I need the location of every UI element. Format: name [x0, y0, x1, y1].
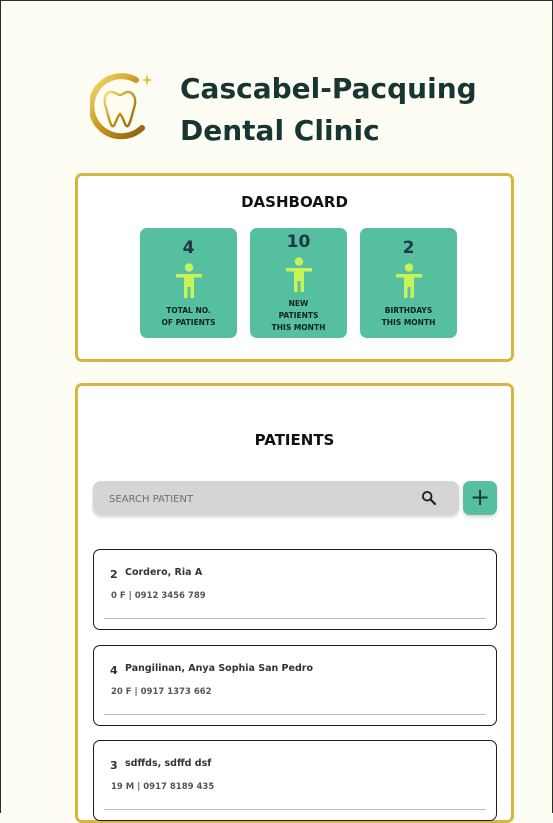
dashboard-title: DASHBOARD: [241, 193, 348, 211]
patient-name: Pangilinan, Anya Sophia San Pedro: [125, 663, 313, 674]
clinic-name-line2: Dental Clinic: [180, 114, 380, 147]
stat-label-line: OF PATIENTS: [161, 318, 216, 327]
stat-label-line: BIRTHDAYS: [384, 306, 433, 315]
stat-label-line: PATIENTS: [278, 311, 319, 320]
clinic-name: Cascabel-Pacquing Dental Clinic: [180, 68, 477, 152]
stat-value: 4: [182, 238, 195, 258]
stat-label-line: THIS MONTH: [271, 323, 326, 332]
tooth-logo-icon: [90, 73, 153, 140]
patient-info: 20 F | 0917 1373 662: [111, 687, 212, 697]
patient-info: 0 F | 0912 3456 789: [111, 591, 206, 601]
divider: [104, 618, 486, 619]
patient-id: 4: [110, 664, 118, 677]
dashboard-card: DASHBOARD 4 TOTAL NO. OF PATIENTS 10 NEW…: [75, 173, 514, 362]
search-bar: [93, 481, 459, 517]
patient-name: Cordero, Ria A: [125, 567, 203, 578]
person-icon: [286, 257, 312, 292]
clinic-name-line1: Cascabel-Pacquing: [180, 72, 477, 105]
stat-label: NEW PATIENTS THIS MONTH: [254, 298, 343, 334]
stat-label-line: NEW: [288, 299, 309, 308]
patient-name: sdffds, sdffd dsf: [125, 758, 212, 769]
stat-value: 10: [286, 232, 311, 252]
stat-label-line: TOTAL NO.: [166, 306, 211, 315]
patient-card[interactable]: 2 Cordero, Ria A 0 F | 0912 3456 789: [93, 549, 497, 630]
person-icon: [176, 263, 202, 298]
patient-id: 3: [110, 759, 118, 772]
add-patient-button[interactable]: +: [463, 481, 497, 515]
patient-id: 2: [110, 568, 118, 581]
patient-card[interactable]: 4 Pangilinan, Anya Sophia San Pedro 20 F…: [93, 645, 497, 726]
divider: [104, 714, 486, 715]
stat-value: 2: [402, 238, 415, 258]
patient-card[interactable]: 3 sdffds, sdffd dsf 19 M | 0917 8189 435: [93, 740, 497, 821]
patients-card: PATIENTS + 2 Cordero, Ria A 0 F | 0912 3…: [75, 383, 514, 823]
patients-title: PATIENTS: [254, 431, 335, 449]
divider: [104, 809, 486, 810]
stat-label: BIRTHDAYS THIS MONTH: [364, 305, 453, 329]
search-input[interactable]: [107, 481, 401, 517]
clinic-header: Cascabel-Pacquing Dental Clinic: [90, 68, 530, 148]
search-icon[interactable]: [421, 490, 437, 506]
stat-birthdays[interactable]: 2 BIRTHDAYS THIS MONTH: [360, 228, 457, 338]
stat-new-patients[interactable]: 10 NEW PATIENTS THIS MONTH: [250, 228, 347, 338]
stat-label-line: THIS MONTH: [381, 318, 436, 327]
stat-total-patients[interactable]: 4 TOTAL NO. OF PATIENTS: [140, 228, 237, 338]
person-icon: [396, 263, 422, 298]
stat-label: TOTAL NO. OF PATIENTS: [144, 305, 233, 329]
patient-info: 19 M | 0917 8189 435: [111, 782, 215, 792]
